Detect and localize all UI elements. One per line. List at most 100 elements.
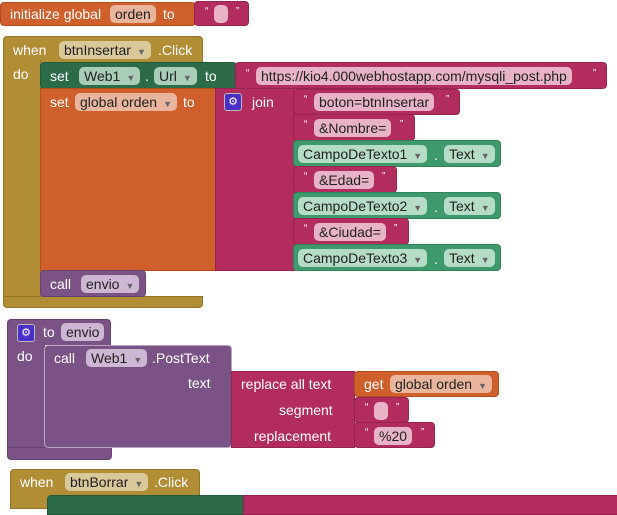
procedure-dropdown[interactable]: envio ▼ — [81, 275, 140, 293]
procedure-name: envio — [86, 276, 120, 292]
quote-close: ” — [396, 402, 400, 413]
component-dropdown[interactable]: btnBorrar ▼ — [65, 473, 149, 491]
campodetexto3-text-block[interactable]: CampoDeTexto3 ▼ . Text ▼ — [293, 244, 501, 271]
set-block-partial[interactable] — [47, 495, 244, 515]
string-field[interactable] — [374, 402, 388, 420]
quote-open: “ — [304, 223, 308, 234]
call-envio-block[interactable]: call envio ▼ — [40, 270, 146, 297]
text-arg-label: text — [188, 375, 211, 391]
string-field[interactable]: https://kio4.000webhostapp.com/mysqli_po… — [256, 67, 572, 85]
procedure-envio-block[interactable]: ⚙ to envio — [7, 319, 111, 345]
campodetexto2-text-block[interactable]: CampoDeTexto2 ▼ . Text ▼ — [293, 192, 501, 219]
init-label: initialize global — [10, 6, 102, 22]
component-name: CampoDeTexto1 — [303, 146, 408, 162]
quote-close: ” — [593, 68, 597, 79]
to-label: to — [205, 68, 217, 84]
method-name: .PostText — [152, 350, 210, 366]
event-footer — [3, 296, 203, 308]
mutator-gear-icon[interactable]: ⚙ — [224, 93, 242, 111]
dropdown-arrow-icon: ▼ — [413, 203, 423, 213]
global-var-name-field[interactable]: orden — [110, 5, 156, 23]
string-field[interactable]: %20 — [374, 427, 413, 445]
to-label: to — [43, 324, 55, 340]
variable-dropdown[interactable]: global orden ▼ — [390, 375, 492, 393]
string-field[interactable] — [214, 5, 228, 23]
component-name: CampoDeTexto2 — [303, 198, 408, 214]
dot-label: . — [434, 147, 438, 163]
replacement-string-block[interactable]: “ %20 ” — [354, 422, 435, 448]
text-block-edad[interactable]: “ &Edad= ” — [293, 166, 397, 193]
variable-dropdown[interactable]: global orden ▼ — [75, 93, 177, 111]
component-name: Web1 — [84, 68, 121, 84]
quote-open: “ — [304, 119, 308, 130]
component-name: btnBorrar — [70, 474, 129, 490]
when-btninsertar-click-block[interactable]: when btnInsertar ▼ .Click — [3, 36, 203, 63]
string-field[interactable]: &Nombre= — [314, 119, 392, 137]
string-block-partial[interactable] — [243, 495, 617, 515]
property-name: Url — [159, 68, 177, 84]
event-name: .Click — [158, 42, 193, 58]
dropdown-arrow-icon: ▼ — [126, 73, 136, 83]
property-name: Text — [449, 146, 475, 162]
text-block-ciudad[interactable]: “ &Ciudad= ” — [293, 218, 409, 245]
campodetexto1-text-block[interactable]: CampoDeTexto1 ▼ . Text ▼ — [293, 140, 501, 167]
procedure-name-field[interactable]: envio — [61, 323, 105, 341]
property-name: Text — [449, 250, 475, 266]
initialize-global-block[interactable]: initialize global orden to — [0, 2, 196, 26]
do-label: do — [17, 348, 33, 364]
get-label: get — [364, 376, 384, 392]
variable-name: global orden — [395, 376, 473, 392]
quote-close: ” — [400, 119, 404, 130]
quote-open: “ — [205, 6, 209, 17]
string-field[interactable]: &Edad= — [314, 171, 375, 189]
property-dropdown[interactable]: Text ▼ — [444, 249, 495, 267]
when-label: when — [13, 42, 47, 58]
component-dropdown[interactable]: CampoDeTexto2 ▼ — [298, 197, 428, 215]
dot-label: . — [434, 251, 438, 267]
component-dropdown[interactable]: CampoDeTexto1 ▼ — [298, 145, 428, 163]
empty-string-block[interactable]: “ ” — [194, 1, 249, 26]
quote-close: ” — [446, 94, 450, 105]
replace-all-text-block[interactable]: replace all text segment replacement — [231, 371, 355, 448]
text-block-boton[interactable]: “ boton=btnInsertar ” — [293, 89, 460, 115]
set-label: set — [50, 68, 69, 84]
set-global-orden-block[interactable]: set global orden ▼ to — [40, 88, 217, 271]
segment-string-block[interactable]: “ ” — [354, 397, 409, 423]
component-dropdown[interactable]: btnInsertar ▼ — [59, 41, 151, 59]
component-dropdown[interactable]: Web1 ▼ — [86, 349, 148, 367]
component-name: Web1 — [91, 350, 128, 366]
event-name: .Click — [154, 474, 189, 490]
url-string-block[interactable]: “ https://kio4.000webhostapp.com/mysqli_… — [235, 62, 607, 89]
dot-label: . — [434, 199, 438, 215]
dropdown-arrow-icon: ▼ — [480, 255, 490, 265]
component-dropdown[interactable]: CampoDeTexto3 ▼ — [298, 249, 428, 267]
quote-close: ” — [382, 171, 386, 182]
dropdown-arrow-icon: ▼ — [480, 151, 490, 161]
call-web1-posttext-block[interactable]: call Web1 ▼ .PostText text — [44, 345, 232, 448]
component-dropdown[interactable]: Web1 ▼ — [79, 67, 141, 85]
quote-close: ” — [421, 427, 425, 438]
variable-name: global orden — [80, 94, 158, 110]
to-label: to — [183, 94, 195, 110]
string-field[interactable]: boton=btnInsertar — [314, 93, 435, 111]
join-block[interactable]: ⚙ join — [215, 88, 295, 271]
quote-close: ” — [394, 223, 398, 234]
dropdown-arrow-icon: ▼ — [136, 47, 146, 57]
replacement-label: replacement — [254, 428, 332, 444]
replace-all-label: replace all text — [241, 376, 332, 392]
property-dropdown[interactable]: Url ▼ — [154, 67, 197, 85]
procedure-footer — [7, 447, 112, 460]
string-field[interactable]: &Ciudad= — [314, 223, 386, 241]
get-global-orden-block[interactable]: get global orden ▼ — [354, 371, 499, 397]
property-dropdown[interactable]: Text ▼ — [444, 197, 495, 215]
dropdown-arrow-icon: ▼ — [182, 73, 192, 83]
text-block-nombre[interactable]: “ &Nombre= ” — [293, 114, 415, 141]
component-name: CampoDeTexto3 — [303, 250, 408, 266]
dropdown-arrow-icon: ▼ — [413, 151, 423, 161]
dot-label: . — [145, 68, 149, 84]
mutator-gear-icon[interactable]: ⚙ — [17, 324, 35, 342]
set-web1-url-block[interactable]: set Web1 ▼ . Url ▼ to — [40, 62, 237, 89]
call-label: call — [54, 350, 76, 366]
property-dropdown[interactable]: Text ▼ — [444, 145, 495, 163]
dropdown-arrow-icon: ▼ — [478, 381, 487, 391]
